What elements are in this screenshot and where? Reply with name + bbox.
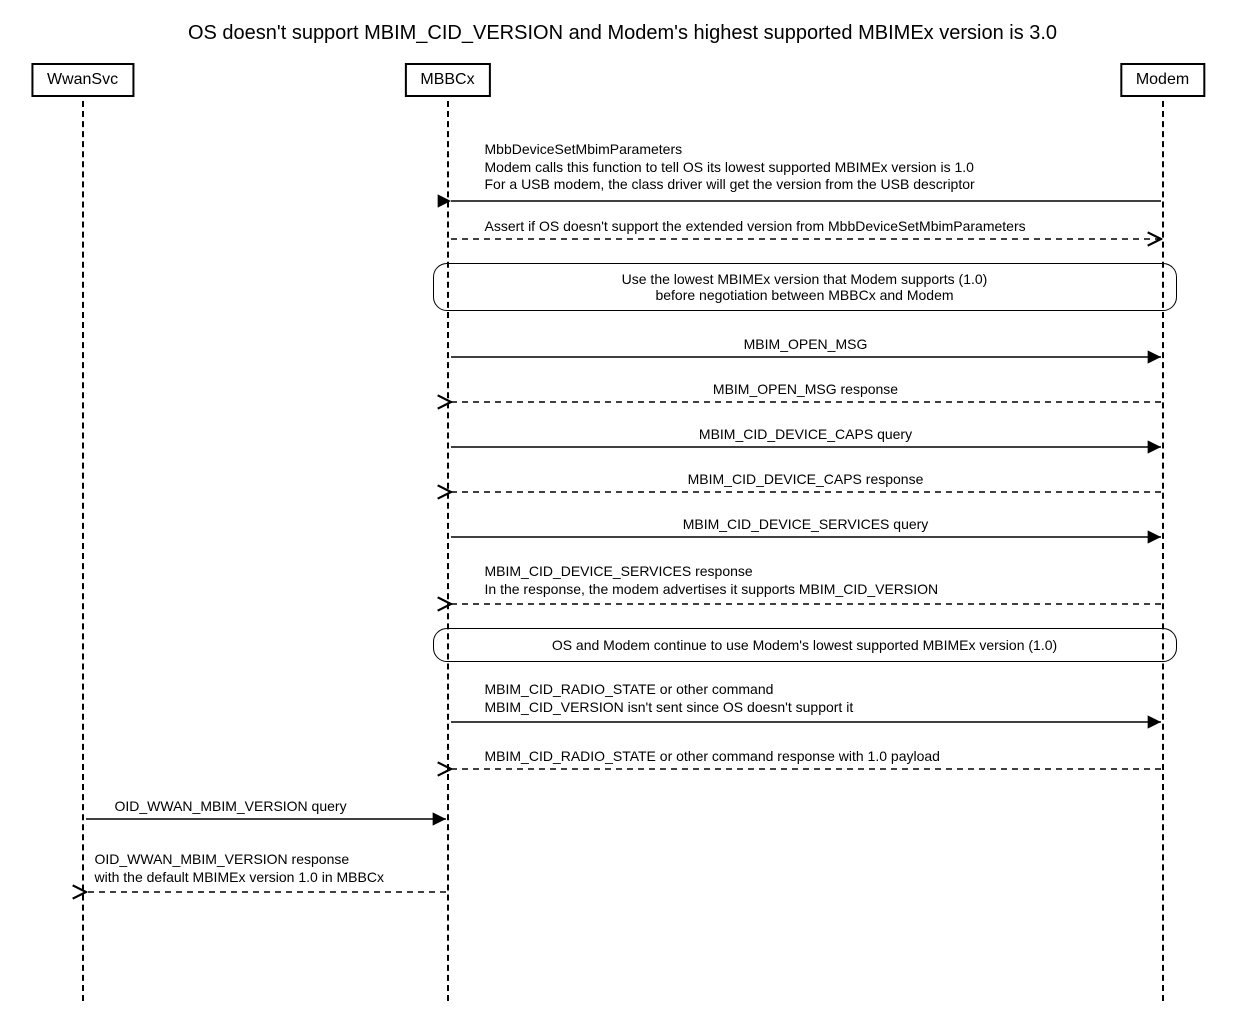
msg12-arrow [84,886,448,898]
msg8-arrow [449,598,1163,610]
msg12-label: OID_WWAN_MBIM_VERSION response with the … [95,851,384,886]
msg8-line2: In the response, the modem advertises it… [485,581,939,597]
msg1-arrow [449,195,1163,207]
msg11-label: OID_WWAN_MBIM_VERSION query [115,798,347,816]
diagram-title: OS doesn't support MBIM_CID_VERSION and … [20,22,1225,45]
lifeline-wwansvc [82,101,84,1001]
msg9-line1: MBIM_CID_RADIO_STATE or other command [485,681,774,697]
msg4-label: MBIM_OPEN_MSG response [713,381,898,399]
actor-modem: Modem [1120,63,1205,97]
msg2-label: Assert if OS doesn't support the extende… [485,218,1026,236]
lifeline-mbbcx [447,101,449,1001]
msg9-line2: MBIM_CID_VERSION isn't sent since OS doe… [485,699,854,715]
msg8-line1: MBIM_CID_DEVICE_SERVICES response [485,563,753,579]
msg8-label: MBIM_CID_DEVICE_SERVICES response In the… [485,563,939,598]
msg9-label: MBIM_CID_RADIO_STATE or other command MB… [485,681,854,716]
sequence-diagram: WwanSvc MBBCx Modem [23,63,1223,1003]
note1: Use the lowest MBIMEx version that Modem… [433,263,1177,311]
msg10-label: MBIM_CID_RADIO_STATE or other command re… [485,748,940,766]
msg5-label: MBIM_CID_DEVICE_CAPS query [699,426,912,444]
msg1-line3: For a USB modem, the class driver will g… [485,176,975,192]
msg9-arrow [449,716,1163,728]
note2: OS and Modem continue to use Modem's low… [433,628,1177,662]
msg7-label: MBIM_CID_DEVICE_SERVICES query [683,516,929,534]
actor-mbbcx: MBBCx [404,63,490,97]
msg12-line2: with the default MBIMEx version 1.0 in M… [95,869,384,885]
msg6-label: MBIM_CID_DEVICE_CAPS response [688,471,924,489]
msg1-line1: MbbDeviceSetMbimParameters [485,141,683,157]
actor-wwansvc: WwanSvc [31,63,134,97]
lifeline-modem [1162,101,1164,1001]
msg1-line2: Modem calls this function to tell OS its… [485,159,974,175]
msg3-label: MBIM_OPEN_MSG [744,336,868,354]
note2-text: OS and Modem continue to use Modem's low… [552,637,1057,653]
note1-line2: before negotiation between MBBCx and Mod… [655,287,953,303]
msg1-label: MbbDeviceSetMbimParameters Modem calls t… [485,141,975,194]
msg12-line1: OID_WWAN_MBIM_VERSION response [95,851,350,867]
note1-line1: Use the lowest MBIMEx version that Modem… [622,271,988,287]
